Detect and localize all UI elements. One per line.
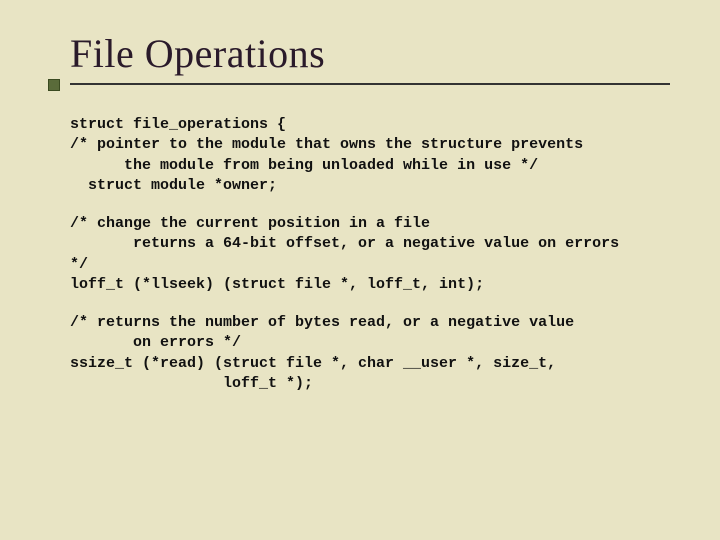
- code-block-3: /* returns the number of bytes read, or …: [70, 313, 670, 394]
- code-block-2: /* change the current position in a file…: [70, 214, 670, 295]
- title-rule: [70, 83, 670, 97]
- slide-title: File Operations: [70, 30, 670, 77]
- code-block-1: struct file_operations { /* pointer to t…: [70, 115, 670, 196]
- slide: File Operations struct file_operations {…: [0, 0, 720, 540]
- divider: [70, 83, 670, 85]
- bullet-icon: [48, 79, 60, 91]
